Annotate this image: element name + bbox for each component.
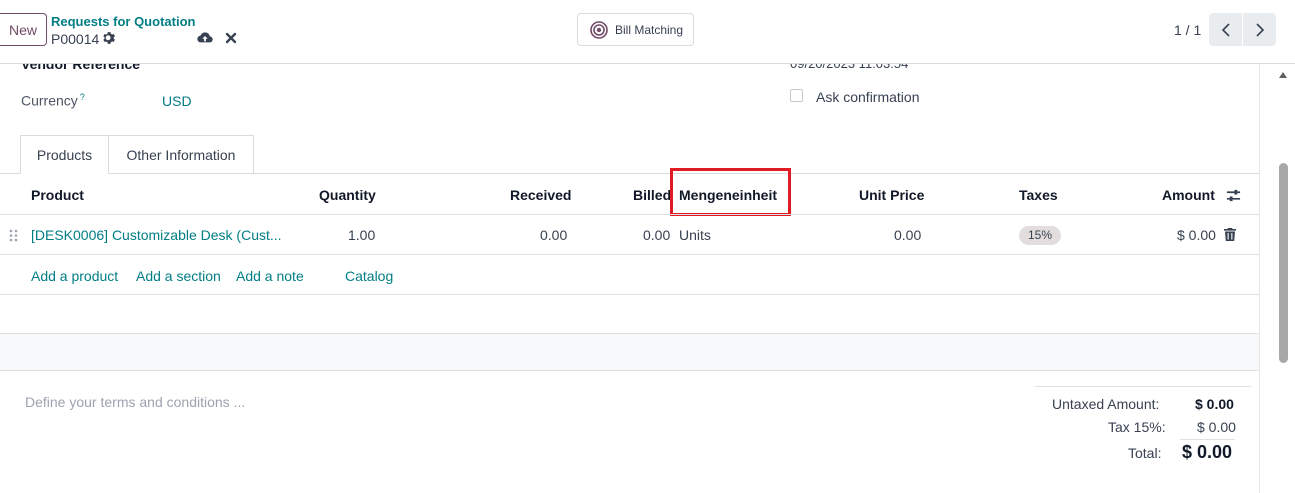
chevron-left-icon [1221,22,1230,37]
untaxed-amount-label: Untaxed Amount: [1052,396,1160,412]
tax-label: Tax 15%: [1108,419,1166,435]
row-divider [0,254,1259,255]
content-right-border [1259,64,1260,493]
tab-other-information[interactable]: Other Information [108,135,254,174]
column-header-received[interactable]: Received [510,187,571,203]
new-button[interactable]: New [0,13,47,46]
record-name: P00014 [51,31,100,47]
cell-product[interactable]: [DESK0006] Customizable Desk (Cust... [31,227,282,243]
notebook-tabs: Products Other Information [0,135,1259,174]
column-header-quantity[interactable]: Quantity [319,187,376,203]
bill-matching-button[interactable]: Bill Matching [577,13,694,46]
bill-matching-label: Bill Matching [615,22,684,37]
cell-received[interactable]: 0.00 [540,227,567,243]
total-value: $ 0.00 [1182,442,1233,462]
ask-confirmation-label: Ask confirmation [816,89,920,105]
cell-uom[interactable]: Units [679,227,711,243]
column-header-product[interactable]: Product [31,187,84,203]
tax-badge[interactable]: 15% [1019,226,1062,245]
table-footer-band [0,333,1259,371]
column-header-unit-price[interactable]: Unit Price [859,187,924,203]
currency-field[interactable]: USD [162,93,192,109]
sliders-icon[interactable] [1226,188,1241,203]
trash-icon[interactable] [1224,228,1236,241]
scroll-up-arrow-icon[interactable] [1279,72,1287,78]
breadcrumb-parent-link[interactable]: Requests for Quotation [51,14,195,29]
gear-icon[interactable] [102,31,116,45]
add-note-link[interactable]: Add a note [236,268,304,284]
catalog-link[interactable]: Catalog [345,268,393,284]
row-divider [0,294,1259,295]
cell-unit-price[interactable]: 0.00 [894,227,921,243]
column-header-billed[interactable]: Billed [633,187,671,203]
highlight-annotation [670,168,791,216]
terms-and-conditions-input[interactable]: Define your terms and conditions ... [25,394,245,410]
help-tooltip-icon[interactable]: ? [80,92,85,102]
column-header-amount[interactable]: Amount [1162,187,1215,203]
drag-handle-icon[interactable] [9,229,18,242]
close-icon[interactable] [225,32,237,44]
pager-previous-button[interactable] [1209,13,1242,46]
add-product-link[interactable]: Add a product [31,268,118,284]
control-panel: New Requests for Quotation P00014 Bill M… [0,0,1295,64]
total-label: Total: [1128,445,1162,461]
header-row-divider [0,214,1259,215]
pager-value[interactable]: 1 / 1 [1174,22,1201,38]
cell-quantity[interactable]: 1.00 [348,227,375,243]
column-header-taxes[interactable]: Taxes [1019,187,1058,203]
scrollbar-thumb[interactable] [1279,163,1288,363]
untaxed-amount-value: $ 0.00 [1195,396,1234,412]
tax-value: $ 0.00 [1197,419,1236,435]
pager-next-button[interactable] [1243,13,1276,46]
chevron-right-icon [1255,22,1264,37]
currency-label: Currency? [21,92,85,109]
ask-confirmation-checkbox[interactable] [790,89,803,102]
totals-separator [1180,439,1235,440]
add-section-link[interactable]: Add a section [136,268,221,284]
totals-divider [1035,386,1251,387]
cell-billed[interactable]: 0.00 [643,227,670,243]
cell-amount: $ 0.00 [1177,227,1216,243]
tab-products[interactable]: Products [20,135,109,174]
cloud-upload-icon[interactable] [197,30,213,46]
tabs-divider [0,173,1259,174]
target-icon [590,20,608,39]
